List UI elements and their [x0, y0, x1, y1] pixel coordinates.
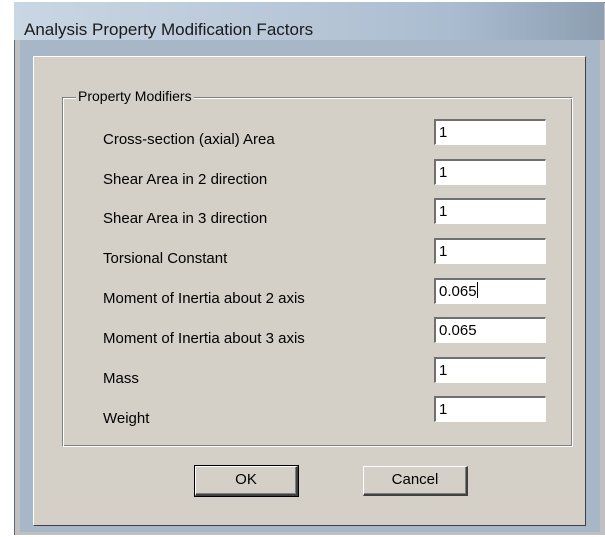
- axial-area-input[interactable]: 1: [434, 119, 546, 145]
- shear-area-2-label: Shear Area in 2 direction: [103, 171, 268, 188]
- torsional-constant-label: Torsional Constant: [103, 250, 228, 267]
- property-modifiers-groupbox: [62, 97, 573, 447]
- inertia-3-input[interactable]: 0.065: [434, 317, 546, 343]
- text-caret: [476, 282, 478, 298]
- torsional-constant-input[interactable]: 1: [434, 238, 546, 264]
- shear-area-3-input[interactable]: 1: [434, 198, 546, 224]
- dialog-title: Analysis Property Modification Factors: [24, 20, 314, 39]
- axial-area-label: Cross-section (axial) Area: [103, 131, 275, 148]
- inertia-2-value: 0.065: [439, 283, 477, 300]
- mass-input[interactable]: 1: [434, 357, 546, 383]
- inertia-2-input[interactable]: 0.065: [434, 278, 546, 304]
- weight-input[interactable]: 1: [434, 396, 546, 422]
- property-modifiers-title: Property Modifiers: [76, 88, 194, 104]
- inertia-3-label: Moment of Inertia about 3 axis: [103, 330, 305, 347]
- cancel-button[interactable]: Cancel: [363, 466, 468, 496]
- shear-area-2-input[interactable]: 1: [434, 159, 546, 185]
- mass-label: Mass: [103, 370, 139, 387]
- ok-button[interactable]: OK: [194, 465, 299, 497]
- weight-label: Weight: [103, 410, 150, 427]
- inertia-2-label: Moment of Inertia about 2 axis: [103, 290, 305, 307]
- shear-area-3-label: Shear Area in 3 direction: [103, 210, 268, 227]
